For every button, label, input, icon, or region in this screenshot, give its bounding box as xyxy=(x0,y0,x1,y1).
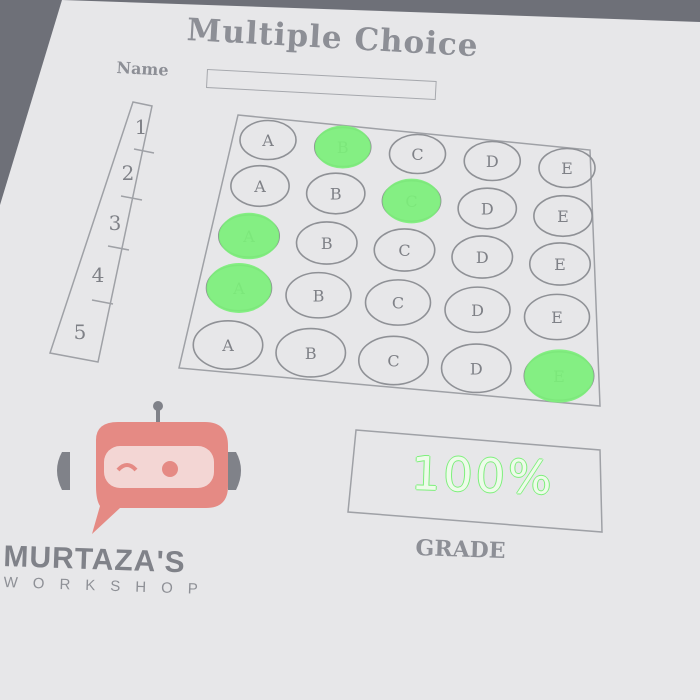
bubble-letter: C xyxy=(411,145,423,164)
bubble-letter: D xyxy=(471,301,484,320)
bubble-letter: A xyxy=(253,177,266,196)
correct-mark xyxy=(314,125,371,169)
bubble-letter: D xyxy=(481,200,494,219)
correct-mark xyxy=(218,212,280,260)
correct-mark xyxy=(382,178,441,224)
bubble-letter: D xyxy=(476,248,489,267)
correct-mark xyxy=(206,263,272,313)
bubble-letter: B xyxy=(330,185,342,204)
sheet-canvas: ABCDEABCDEABCDEABCDEABCDE 12345 xyxy=(0,0,700,700)
question-number-2: 2 xyxy=(122,161,135,185)
bubble-letter: A xyxy=(261,131,274,150)
bubble-letter: E xyxy=(557,207,569,226)
bubble-letter: E xyxy=(551,308,563,327)
bubble-q1-b[interactable]: B xyxy=(313,125,372,169)
bubble-q5-e[interactable]: E xyxy=(523,349,595,403)
bubble-letter: C xyxy=(392,294,404,313)
question-number-5: 5 xyxy=(74,320,87,344)
bubble-q3-a[interactable]: A xyxy=(217,212,281,260)
bubble-q2-c[interactable]: C xyxy=(381,178,442,224)
bubble-letter: E xyxy=(561,159,573,178)
bubble-letter: B xyxy=(321,234,333,253)
question-number-3: 3 xyxy=(109,211,122,235)
question-number-1: 1 xyxy=(135,115,148,139)
bubble-letter: E xyxy=(554,255,566,274)
grade-label: GRADE xyxy=(415,535,506,565)
correct-mark xyxy=(524,349,594,403)
question-number-4: 4 xyxy=(92,263,105,287)
paper-surface xyxy=(0,0,700,700)
bubble-letter: D xyxy=(486,152,499,171)
bubble-letter: B xyxy=(313,286,325,305)
bubble-letter: B xyxy=(305,344,317,363)
bubble-letter: C xyxy=(398,241,410,260)
bubble-letter: D xyxy=(470,359,483,378)
bubble-q4-a[interactable]: A xyxy=(205,263,273,313)
bubble-letter: C xyxy=(387,352,399,371)
bubble-letter: A xyxy=(221,336,234,355)
answer-sheet: ABCDEABCDEABCDEABCDEABCDE 12345 Multiple… xyxy=(0,0,700,700)
name-label: Name xyxy=(116,58,170,80)
grade-value: 100% xyxy=(410,446,556,505)
